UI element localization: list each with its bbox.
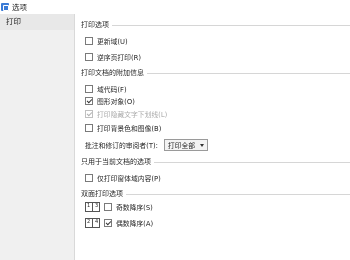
option-label: 偶数降序(A) <box>116 220 154 228</box>
odd-descending-checkbox[interactable] <box>104 203 112 211</box>
title-bar: 选项 <box>0 0 350 14</box>
options-panel: 打印选项 更新域(U) 逆序页打印(R) 打印文档的附加信息 域代码(F) 图形… <box>79 14 350 260</box>
background-option[interactable]: 打印背景色和图像(B) <box>85 123 161 133</box>
sidebar-item-print[interactable]: 打印 <box>0 14 74 30</box>
section-document-extras: 打印文档的附加信息 <box>81 68 350 78</box>
option-label: 打印背景色和图像(B) <box>97 125 162 133</box>
section-title: 双面打印选项 <box>81 190 123 198</box>
option-label: 图形对象(O) <box>97 98 135 106</box>
sidebar: 打印 <box>0 14 75 260</box>
reviewer-select[interactable]: 打印全部 <box>163 139 208 151</box>
update-fields-option[interactable]: 更新域(U) <box>85 36 128 46</box>
option-label: 域代码(F) <box>97 86 127 94</box>
chevron-down-icon <box>199 143 204 147</box>
field-codes-checkbox[interactable] <box>85 85 93 93</box>
section-divider <box>154 161 350 163</box>
update-fields-checkbox[interactable] <box>85 37 93 45</box>
revision-reviewer-row: 批注和修订的审阅者(T): 打印全部 <box>85 139 208 151</box>
option-label: 仅打印窗体域内容(P) <box>97 175 161 183</box>
option-label: 更新域(U) <box>97 38 128 46</box>
app-icon <box>1 3 9 11</box>
reverse-order-checkbox[interactable] <box>85 53 93 61</box>
option-label: 奇数降序(S) <box>116 204 153 212</box>
form-fields-only-option[interactable]: 仅打印窗体域内容(P) <box>85 173 161 183</box>
graphic-objects-checkbox[interactable] <box>85 97 93 105</box>
section-divider <box>112 24 350 26</box>
odd-descending-option[interactable]: 1 3 奇数降序(S) <box>85 201 153 213</box>
section-title: 打印文档的附加信息 <box>81 69 144 77</box>
background-checkbox[interactable] <box>85 124 93 132</box>
reverse-order-option[interactable]: 逆序页打印(R) <box>85 52 141 62</box>
revision-label: 批注和修订的审阅者(T): <box>85 142 158 150</box>
section-divider <box>126 193 350 195</box>
window-title: 选项 <box>12 2 27 12</box>
reviewer-select-value: 打印全部 <box>167 142 196 150</box>
even-descending-option[interactable]: 2 4 偶数降序(A) <box>85 217 153 229</box>
section-title: 打印选项 <box>81 21 109 29</box>
field-codes-option[interactable]: 域代码(F) <box>85 84 127 94</box>
option-label: 逆序页打印(R) <box>97 54 142 62</box>
section-duplex: 双面打印选项 <box>81 189 350 199</box>
duplex-pages-icon: 1 3 <box>85 201 101 213</box>
even-descending-checkbox[interactable] <box>104 219 112 227</box>
section-print-options: 打印选项 <box>81 20 350 30</box>
option-label: 打印隐藏文字下划线(L) <box>97 111 168 119</box>
hidden-text-option: 打印隐藏文字下划线(L) <box>85 109 167 119</box>
section-divider <box>147 72 350 74</box>
graphic-objects-option[interactable]: 图形对象(O) <box>85 96 135 106</box>
section-current-document: 只用于当前文档的选项 <box>81 157 350 167</box>
duplex-pages-icon: 2 4 <box>85 217 101 229</box>
form-fields-only-checkbox[interactable] <box>85 174 93 182</box>
section-title: 只用于当前文档的选项 <box>81 158 151 166</box>
hidden-text-checkbox <box>85 110 93 118</box>
